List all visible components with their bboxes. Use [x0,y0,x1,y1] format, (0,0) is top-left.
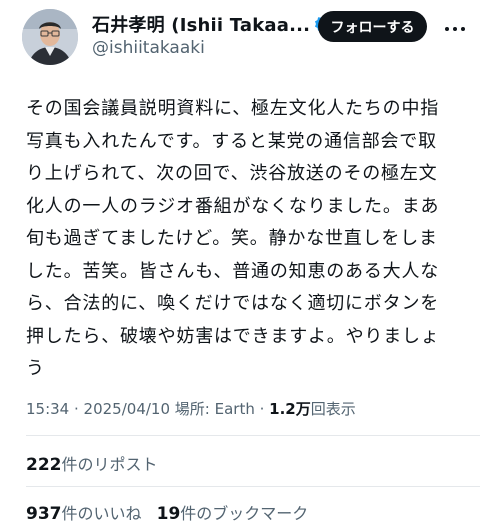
reposts-count: 222 [26,455,62,475]
meta-separator: · [69,400,84,418]
reposts-label: 件のリポスト [61,455,158,474]
author-name-row: 石井孝明 (Ishii Takaa... [92,11,332,37]
tweet-time[interactable]: 15:34 [26,400,69,418]
divider [26,435,480,436]
follow-button[interactable]: フォローする [318,11,427,42]
divider [26,486,480,487]
tweet-text: その国会議員説明資料に、極左文化人たちの中指 写真も入れたんです。すると某党の通… [26,98,440,379]
more-options-icon[interactable] [443,16,469,36]
likes-label: 件のいいね [61,504,142,523]
meta-separator: · [254,400,270,418]
likes-stat[interactable]: 937件のいいね [26,504,142,524]
author-display-name[interactable]: 石井孝明 (Ishii Takaa... [92,11,310,37]
tweet-location: 場所: Earth [174,400,255,418]
bookmarks-stat[interactable]: 19件のブックマーク [156,504,309,524]
views-count[interactable]: 1.2万 [269,400,311,418]
tweet-date[interactable]: 2025/04/10 [84,400,170,418]
avatar-photo [22,9,78,65]
author-handle[interactable]: @ishiitakaaki [92,38,205,58]
views-label[interactable]: 回表示 [311,400,356,418]
avatar[interactable] [22,9,78,65]
bookmarks-count: 19 [156,504,181,524]
likes-count: 937 [26,504,62,524]
tweet-header: 石井孝明 (Ishii Takaa... @ishiitakaaki フォローす… [0,0,480,80]
tweet-meta: 15:34 · 2025/04/10 場所: Earth · 1.2万回表示 [26,398,356,419]
bookmarks-label: 件のブックマーク [180,504,309,523]
engagement-stats: 937件のいいね 19件のブックマーク [26,500,308,524]
reposts-stat[interactable]: 222件のリポスト [26,451,158,475]
